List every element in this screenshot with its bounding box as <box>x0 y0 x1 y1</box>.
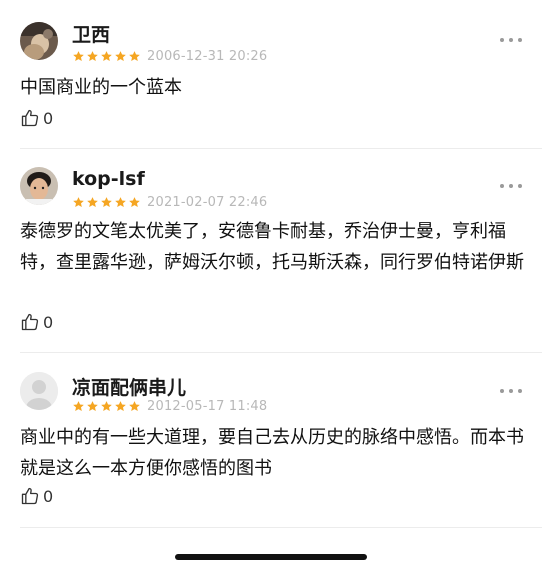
thumbs-up-icon <box>20 312 40 332</box>
comment-text: 泰德罗的文笔太优美了，安德鲁卡耐基，乔治伊士曼，亨利福特，查里露华逊，萨姆沃尔顿… <box>20 221 524 273</box>
star-icon <box>87 196 98 207</box>
thumbs-up-icon <box>20 486 40 506</box>
like-count: 0 <box>43 312 54 332</box>
thumbs-up-icon <box>20 108 40 128</box>
more-dots-icon[interactable] <box>500 35 522 45</box>
comment-date: 2006-12-31 20:26 <box>147 48 268 64</box>
comment-date: 2021-02-07 22:46 <box>147 194 268 210</box>
avatar[interactable] <box>20 372 58 410</box>
star-icon <box>115 400 126 411</box>
star-icon <box>73 400 84 411</box>
comment-date: 2012-05-17 11:48 <box>147 398 268 414</box>
star-icon <box>101 400 112 411</box>
star-icon <box>129 196 140 207</box>
star-icon <box>115 196 126 207</box>
star-icon <box>115 50 126 61</box>
like-button[interactable]: 0 <box>20 312 53 332</box>
star-rating <box>72 50 141 63</box>
comment-meta: 2012-05-17 11:48 <box>72 398 267 414</box>
star-icon <box>129 400 140 411</box>
like-button[interactable]: 0 <box>20 108 53 128</box>
divider <box>20 352 542 353</box>
username[interactable]: kop-lsf <box>72 168 145 190</box>
more-dots-icon[interactable] <box>500 181 522 191</box>
star-icon <box>73 50 84 61</box>
star-rating <box>72 196 141 209</box>
like-count: 0 <box>43 108 54 128</box>
star-icon <box>101 50 112 61</box>
username[interactable]: 凉面配俩串儿 <box>72 373 186 400</box>
comment-meta: 2006-12-31 20:26 <box>72 48 267 64</box>
comment-text: 中国商业的一个蓝本 <box>20 77 182 98</box>
avatar[interactable] <box>20 22 58 60</box>
star-icon <box>73 196 84 207</box>
star-icon <box>87 50 98 61</box>
username[interactable]: 卫西 <box>72 20 110 47</box>
more-dots-icon[interactable] <box>500 386 522 396</box>
home-indicator[interactable] <box>175 554 367 560</box>
star-rating <box>72 400 141 413</box>
like-count: 0 <box>43 486 54 506</box>
divider <box>20 148 542 149</box>
divider <box>20 527 542 528</box>
like-button[interactable]: 0 <box>20 486 53 506</box>
comment-text: 商业中的有一些大道理，要自己去从历史的脉络中感悟。而本书就是这么一本方便你感悟的… <box>20 427 524 479</box>
star-icon <box>129 50 140 61</box>
star-icon <box>87 400 98 411</box>
comment-meta: 2021-02-07 22:46 <box>72 194 267 210</box>
star-icon <box>101 196 112 207</box>
avatar[interactable] <box>20 167 58 205</box>
